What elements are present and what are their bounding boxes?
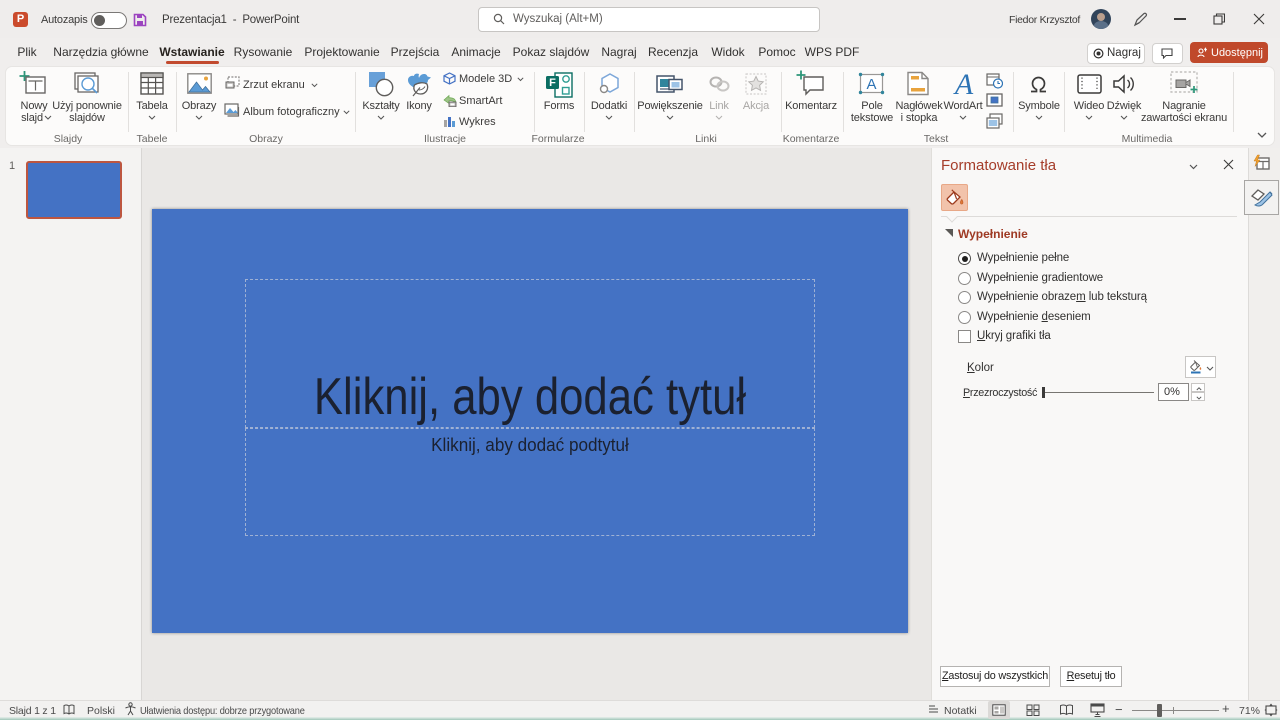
svg-text:A: A — [866, 76, 876, 93]
svg-text:A: A — [953, 71, 974, 98]
svg-text:F: F — [549, 77, 556, 89]
